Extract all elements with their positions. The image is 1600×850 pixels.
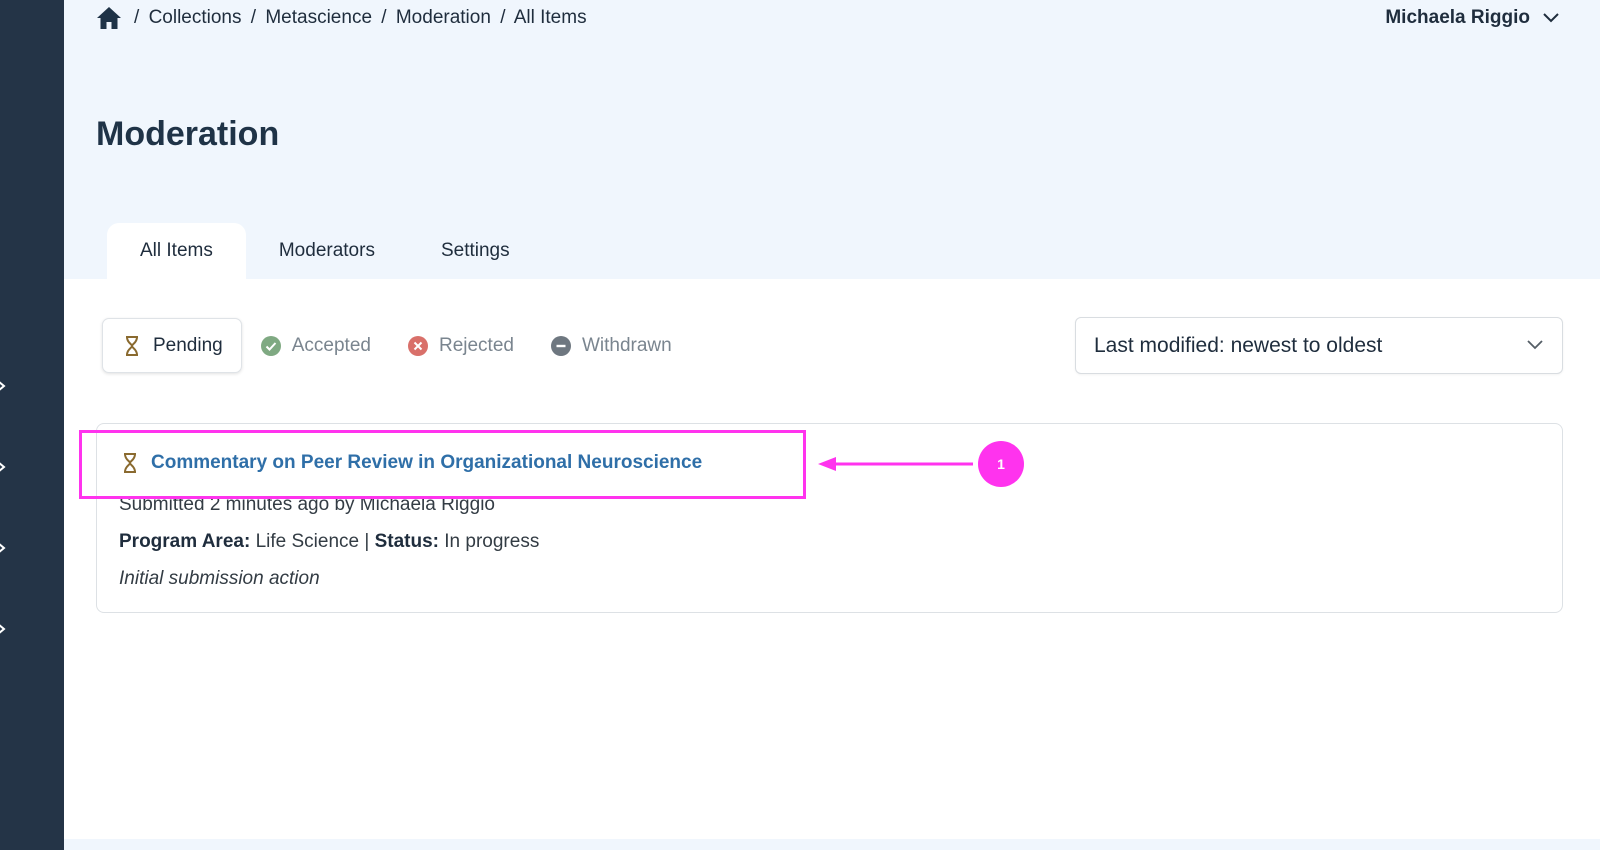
filter-label: Accepted: [291, 334, 371, 356]
tab-moderators[interactable]: Moderators: [246, 223, 408, 279]
breadcrumb-all-items: All Items: [513, 7, 587, 28]
sidebar: [0, 0, 64, 850]
sort-select[interactable]: Last modified: newest to oldest: [1075, 317, 1563, 374]
sidebar-expand-chevron-icon[interactable]: [0, 379, 8, 393]
breadcrumb: / Collections / Metascience / Moderation…: [130, 7, 587, 29]
chevron-down-icon: [1526, 339, 1544, 351]
filter-label: Withdrawn: [581, 334, 672, 356]
home-icon[interactable]: [96, 6, 122, 30]
minus-circle-icon: [550, 335, 572, 357]
page-title: Moderation: [96, 115, 280, 153]
breadcrumb-metascience[interactable]: Metascience: [265, 7, 372, 28]
hourglass-icon: [121, 335, 143, 357]
annotation-badge: 1: [978, 441, 1024, 487]
user-name: Michaela Riggio: [1385, 7, 1530, 28]
tab-bar: All Items Moderators Settings: [107, 223, 543, 279]
filter-label: Rejected: [438, 334, 514, 356]
moderation-item-card: Commentary on Peer Review in Organizatio…: [96, 423, 1563, 613]
breadcrumb-separator: /: [381, 7, 387, 28]
item-fields: Program Area: Life Science | Status: In …: [119, 531, 539, 553]
x-circle-icon: [407, 335, 429, 357]
breadcrumb-moderation[interactable]: Moderation: [396, 7, 491, 28]
item-title-row: Commentary on Peer Review in Organizatio…: [119, 452, 702, 474]
sidebar-expand-chevron-icon[interactable]: [0, 460, 8, 474]
status-filters: Pending Accepted Rejected Withdrawn: [102, 318, 690, 373]
chevron-down-icon: [1542, 12, 1560, 24]
tab-settings[interactable]: Settings: [408, 223, 543, 279]
status-label: Status:: [374, 531, 439, 552]
item-note: Initial submission action: [119, 568, 320, 589]
program-area-label: Program Area:: [119, 531, 251, 552]
sort-selected-value: Last modified: newest to oldest: [1094, 333, 1383, 357]
field-divider: |: [364, 531, 370, 552]
sidebar-expand-chevron-icon[interactable]: [0, 541, 8, 555]
filter-rejected[interactable]: Rejected: [389, 318, 532, 373]
filter-pending[interactable]: Pending: [102, 318, 242, 373]
tab-all-items[interactable]: All Items: [107, 223, 246, 279]
filter-withdrawn[interactable]: Withdrawn: [532, 318, 690, 373]
sidebar-expand-chevron-icon[interactable]: [0, 622, 8, 636]
breadcrumb-separator: /: [250, 7, 257, 28]
top-bar: / Collections / Metascience / Moderation…: [64, 0, 1600, 40]
filter-accepted[interactable]: Accepted: [242, 318, 389, 373]
program-area-value: Life Science: [255, 531, 360, 552]
item-title-link[interactable]: Commentary on Peer Review in Organizatio…: [151, 452, 702, 474]
breadcrumb-separator: /: [134, 7, 140, 28]
breadcrumb-collections[interactable]: Collections: [149, 7, 242, 28]
breadcrumb-separator: /: [500, 7, 506, 28]
check-circle-icon: [260, 335, 282, 357]
filter-label: Pending: [153, 334, 223, 356]
status-value: In progress: [444, 531, 540, 552]
item-submission-meta: Submitted 2 minutes ago by Michaela Rigg…: [119, 494, 495, 515]
user-menu[interactable]: Michaela Riggio: [1385, 7, 1560, 29]
annotation-arrow-icon: [818, 456, 973, 472]
hourglass-icon: [119, 452, 141, 474]
